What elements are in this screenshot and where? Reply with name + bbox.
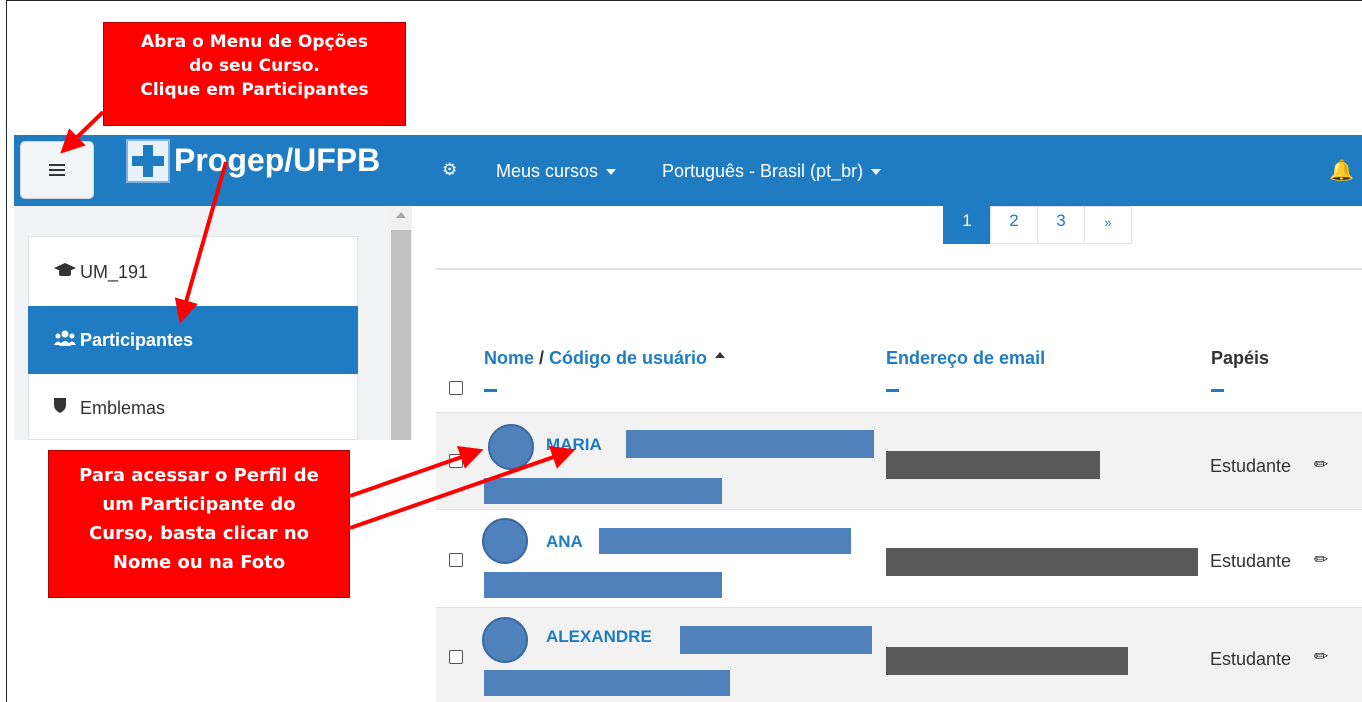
redacted-username [484,670,730,696]
caret-down-icon [606,169,617,176]
sidebar-item-label: UM_191 [80,261,149,282]
callout-line: Clique em Participantes [140,80,369,100]
sidebar-item-label: Participantes [80,329,194,350]
role-label: Estudante [1210,456,1292,476]
menu-toggle-button[interactable] [20,141,94,199]
language-menu[interactable]: Português - Brasil (pt_br) [662,160,882,182]
callout-line: Abra o Menu de Opções [141,32,368,52]
hide-email-column-icon[interactable] [886,389,899,392]
divider [436,268,1362,270]
menu-instruction-callout: Abra o Menu de Opções do seu Curso. Cliq… [103,22,406,126]
caret-down-icon [871,169,882,176]
user-name-link[interactable]: ALEXANDRE [546,626,652,648]
sort-ascending-icon [715,352,726,359]
redacted-email [886,548,1198,576]
page-1-link[interactable]: 1 [943,206,991,244]
column-header-name: Nome / Código de usuário [484,346,726,370]
page-3-link[interactable]: 3 [1037,206,1085,244]
callout-line: Para acessar o Perfil de [79,465,319,486]
select-all-checkbox[interactable] [449,381,463,395]
language-label: Português - Brasil (pt_br) [662,161,864,181]
callout-line: do seu Curso. [189,56,320,76]
redacted-username [484,478,722,504]
scroll-up-icon[interactable] [396,212,406,218]
sort-by-name-link[interactable]: Nome [484,348,534,368]
bell-icon[interactable]: 🔔 [1329,160,1354,182]
scrollbar-thumb[interactable] [391,230,411,440]
redacted-username [484,572,722,598]
sidebar-item-course[interactable]: UM_191 [28,238,358,306]
role-label: Estudante [1210,551,1292,571]
hamburger-icon [49,164,65,176]
sidebar-item-emblemas[interactable]: Emblemas [28,374,358,442]
sort-by-email-link[interactable]: Endereço de email [886,346,1045,370]
redacted-name [626,430,874,458]
row-checkbox[interactable] [449,553,463,567]
site-logo-text[interactable]: Progep/UFPB [174,140,380,180]
logo-icon[interactable] [126,139,170,183]
sidebar-item-label: Emblemas [80,397,166,418]
pencil-icon[interactable]: ✏ [1314,549,1328,571]
users-icon [54,330,80,351]
my-courses-label: Meus cursos [496,161,599,181]
user-avatar[interactable] [482,617,528,663]
callout-line: Curso, basta clicar no [89,523,309,544]
callout-line: um Participante do [102,494,296,515]
hide-roles-column-icon[interactable] [1211,389,1224,392]
row-checkbox[interactable] [449,454,463,468]
page-2-link[interactable]: 2 [990,206,1038,244]
shield-icon [54,398,80,418]
column-header-roles: Papéis [1211,348,1270,368]
role-label: Estudante [1210,649,1292,669]
row-checkbox[interactable] [449,650,463,664]
user-name-link[interactable]: ANA [546,531,583,553]
next-page-link[interactable]: » [1084,206,1132,244]
user-avatar[interactable] [488,424,534,470]
hide-name-column-icon[interactable] [484,389,497,392]
profile-instruction-callout: Para acessar o Perfil de um Participante… [48,450,350,598]
cogs-icon[interactable]: ⚙​ [442,160,457,180]
my-courses-menu[interactable]: Meus cursos [496,160,617,182]
graduation-cap-icon [54,262,80,282]
user-name-link[interactable]: MARIA [546,434,602,456]
sidebar-item-participantes[interactable]: Participantes [28,306,358,374]
pencil-icon[interactable]: ✏ [1314,646,1328,668]
sort-by-username-link[interactable]: Código de usuário [549,348,707,368]
pencil-icon[interactable]: ✏ [1314,454,1328,476]
header-separator: / [534,348,550,368]
redacted-email [886,451,1100,479]
redacted-name [680,626,872,654]
redacted-email [886,647,1128,675]
pagination: 1 2 3 » [943,206,1132,244]
redacted-name [599,528,851,554]
user-avatar[interactable] [482,518,528,564]
callout-line: Nome ou na Foto [112,552,286,573]
